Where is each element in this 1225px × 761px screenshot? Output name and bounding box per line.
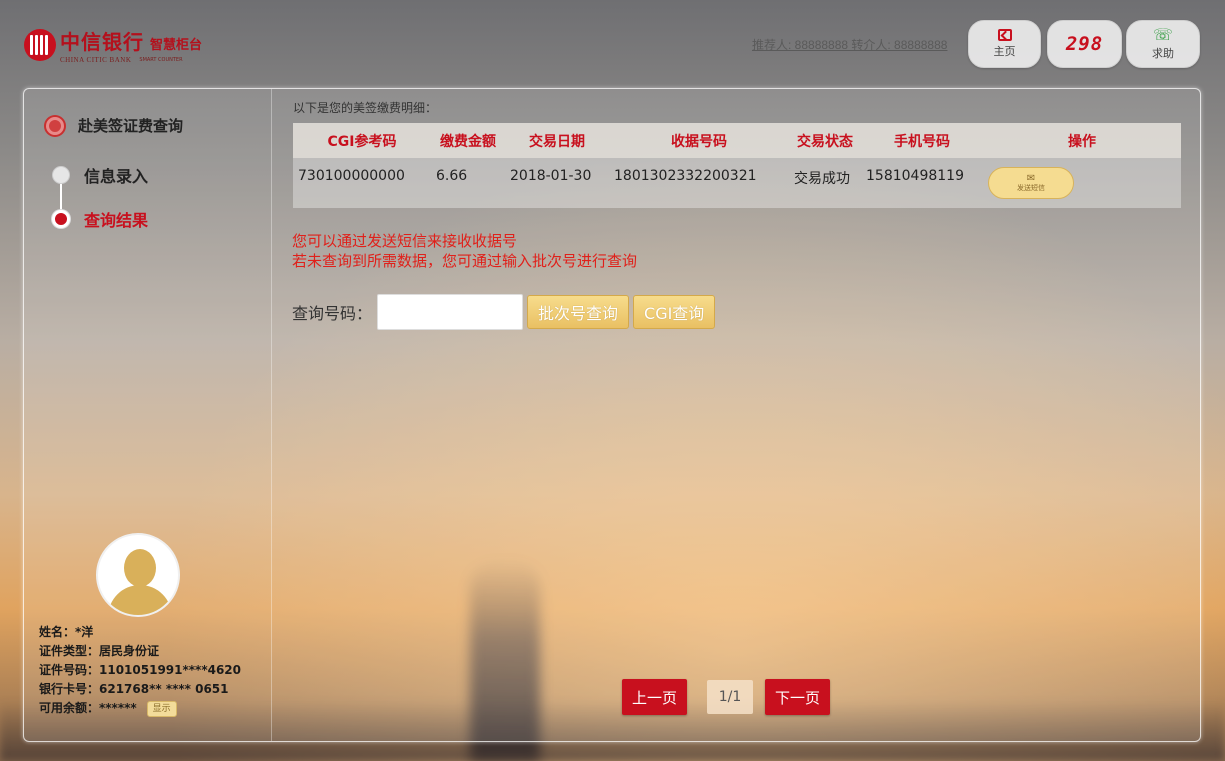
citic-logo-icon: [24, 29, 56, 61]
col-date: 交易日期: [505, 123, 609, 158]
result-intro: 以下是您的美签缴费明细：: [293, 101, 438, 115]
query-number-input[interactable]: [377, 294, 523, 330]
table-row: 730100000000 6.66 2018-01-30 18013023322…: [293, 158, 1181, 208]
cell-receipt: 1801302332200321: [609, 158, 789, 208]
pagination: 上一页 1/1 下一页: [622, 679, 831, 715]
bank-logo: 中信银行 智慧柜台 CHINA CITIC BANK SMART COUNTER: [24, 26, 202, 64]
content-area: 以下是您的美签缴费明细： CGI参考码 缴费金额 交易日期 收据号码 交易状态 …: [292, 89, 1182, 741]
home-button[interactable]: 主页: [968, 20, 1041, 68]
home-icon: [997, 29, 1012, 41]
service-title-text: 赴美签证费查询: [78, 117, 184, 135]
cell-date: 2018-01-30: [505, 158, 609, 208]
customer-id-number: 证件号码：1101051991****4620: [39, 663, 241, 677]
col-amount: 缴费金额: [431, 123, 505, 158]
cgi-query-button[interactable]: CGI查询: [633, 295, 716, 329]
step-info-entry: 信息录入: [52, 163, 148, 187]
referrer-info[interactable]: 推荐人: 88888888 转介人: 88888888: [752, 36, 947, 53]
help-label: 求助: [1152, 47, 1174, 60]
send-sms-label: 发送短信: [1017, 183, 1045, 192]
col-receipt: 收据号码: [609, 123, 789, 158]
cell-phone: 15810498119: [861, 158, 983, 208]
prev-page-button[interactable]: 上一页: [622, 679, 688, 715]
help-button[interactable]: ☏ 求助: [1126, 20, 1200, 68]
sidebar: 赴美签证费查询 信息录入 查询结果 姓名：*洋 证件类型：居民身份证 证件号码：…: [24, 89, 272, 741]
brand-english-sub: SMART COUNTER: [139, 57, 183, 63]
cell-status: 交易成功: [789, 158, 861, 208]
customer-balance: 可用余额：******: [39, 701, 137, 715]
table-header-row: CGI参考码 缴费金额 交易日期 收据号码 交易状态 手机号码 操作: [293, 123, 1181, 158]
col-cgi: CGI参考码: [293, 123, 431, 158]
query-form: 查询号码： 批次号查询 CGI查询: [292, 294, 716, 330]
step-label: 信息录入: [84, 167, 149, 186]
notice-text: 您可以通过发送短信来接收收据号 若未查询到所需数据，您可通过输入批次号进行查询: [292, 231, 637, 271]
customer-info: 姓名：*洋 证件类型：居民身份证 证件号码：1101051991****4620…: [39, 623, 241, 718]
brand-subtitle: 智慧柜台: [150, 38, 203, 53]
header: 中信银行 智慧柜台 CHINA CITIC BANK SMART COUNTER…: [0, 0, 1225, 86]
result-table: CGI参考码 缴费金额 交易日期 收据号码 交易状态 手机号码 操作 73010…: [293, 123, 1181, 208]
avatar: [96, 533, 180, 617]
send-sms-button[interactable]: ✉ 发送短信: [988, 167, 1074, 199]
home-label: 主页: [993, 45, 1016, 58]
main-panel: 赴美签证费查询 信息录入 查询结果 姓名：*洋 证件类型：居民身份证 证件号码：…: [23, 88, 1201, 742]
col-phone: 手机号码: [861, 123, 983, 158]
step-query-result: 查询结果: [52, 207, 148, 231]
customer-name: 姓名：*洋: [39, 625, 94, 639]
customer-id-type: 证件类型：居民身份证: [39, 644, 160, 658]
countdown-timer: 298: [1047, 20, 1122, 68]
cell-amount: 6.66: [431, 158, 505, 208]
batch-query-button[interactable]: 批次号查询: [527, 295, 630, 329]
step-dot-active-icon: [52, 210, 70, 228]
brand-english: CHINA CITIC BANK: [60, 56, 132, 64]
show-balance-button[interactable]: 显示: [146, 700, 177, 717]
brand-name: 中信银行: [60, 30, 144, 54]
timer-value: 298: [1065, 33, 1104, 55]
next-page-button[interactable]: 下一页: [765, 679, 831, 715]
step-label: 查询结果: [84, 211, 149, 230]
notice-line-1: 您可以通过发送短信来接收收据号: [292, 232, 518, 250]
notice-line-2: 若未查询到所需数据，您可通过输入批次号进行查询: [292, 252, 638, 270]
service-title: 赴美签证费查询: [46, 115, 183, 136]
cell-cgi: 730100000000: [293, 158, 431, 208]
customer-card-number: 银行卡号：621768** **** 0651: [39, 682, 229, 696]
customer-balance-row: 可用余额：****** 显示: [39, 699, 241, 718]
col-action: 操作: [983, 123, 1181, 158]
gear-icon: [46, 116, 64, 135]
page-indicator: 1/1: [707, 680, 754, 714]
step-dot-icon: [52, 166, 70, 184]
col-status: 交易状态: [789, 123, 861, 158]
cell-action: ✉ 发送短信: [983, 158, 1181, 208]
envelope-icon: ✉: [1026, 172, 1036, 184]
phone-icon: ☏: [1152, 25, 1173, 44]
query-label: 查询号码：: [292, 304, 373, 323]
